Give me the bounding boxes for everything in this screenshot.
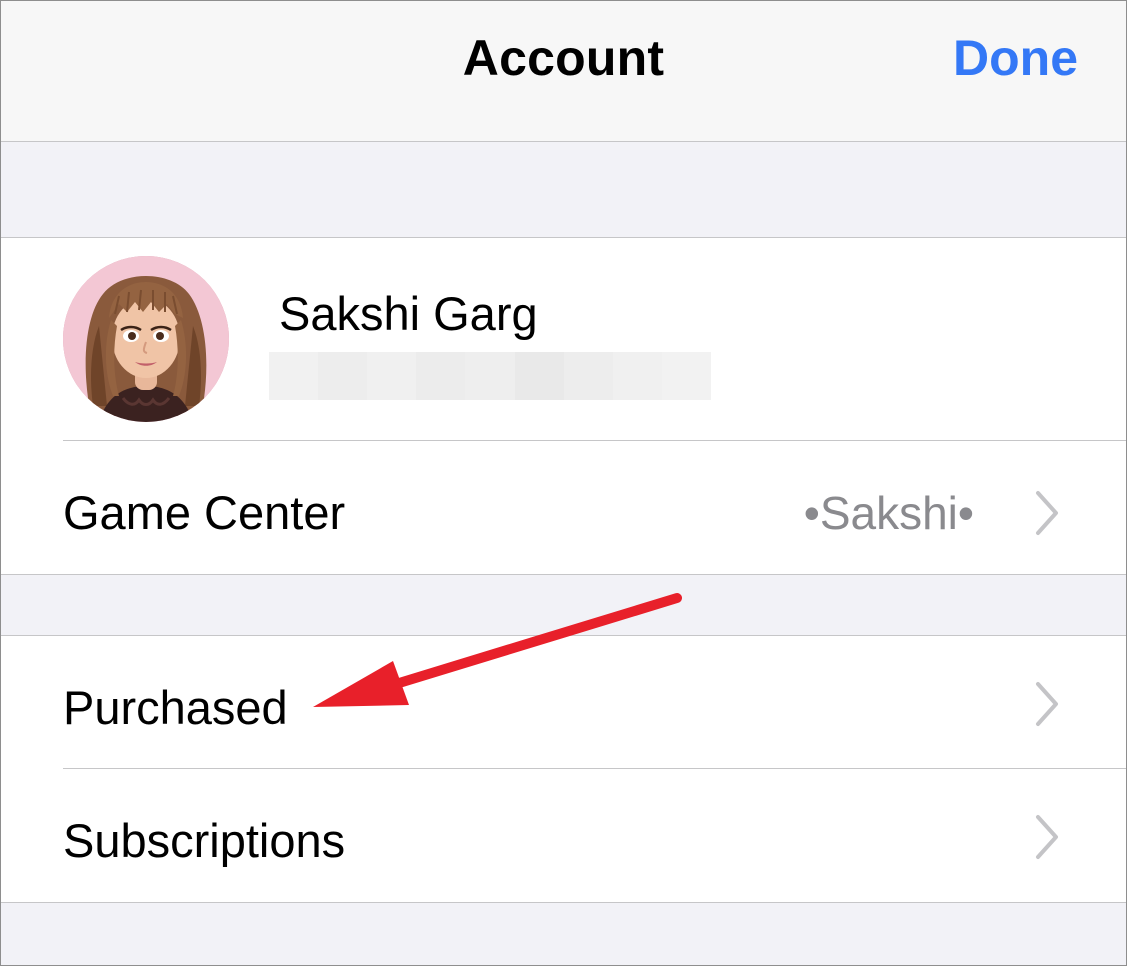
chevron-right-icon [1036, 682, 1058, 726]
account-group: Sakshi Garg Game Center •Sakshi• [1, 237, 1126, 575]
purchased-label: Purchased [63, 681, 288, 734]
memoji-avatar-icon [63, 256, 229, 422]
avatar [63, 256, 229, 422]
subscriptions-row[interactable]: Subscriptions [1, 769, 1126, 902]
game-center-nickname: •Sakshi• [803, 487, 974, 539]
purchases-group: Purchased Subscriptions [1, 635, 1126, 903]
account-screen: Account Done Sakshi Garg Game Center •Sa… [0, 0, 1127, 966]
navigation-bar: Account Done [1, 1, 1126, 142]
chevron-right-icon [1036, 491, 1058, 535]
profile-row[interactable]: Sakshi Garg [1, 238, 1126, 441]
profile-name: Sakshi Garg [279, 287, 538, 340]
done-button[interactable]: Done [953, 29, 1078, 87]
subscriptions-label: Subscriptions [63, 814, 346, 867]
game-center-label: Game Center [63, 486, 346, 539]
redacted-email [269, 352, 711, 400]
purchased-row[interactable]: Purchased [1, 636, 1126, 769]
game-center-row[interactable]: Game Center •Sakshi• [1, 441, 1126, 574]
chevron-right-icon [1036, 815, 1058, 859]
